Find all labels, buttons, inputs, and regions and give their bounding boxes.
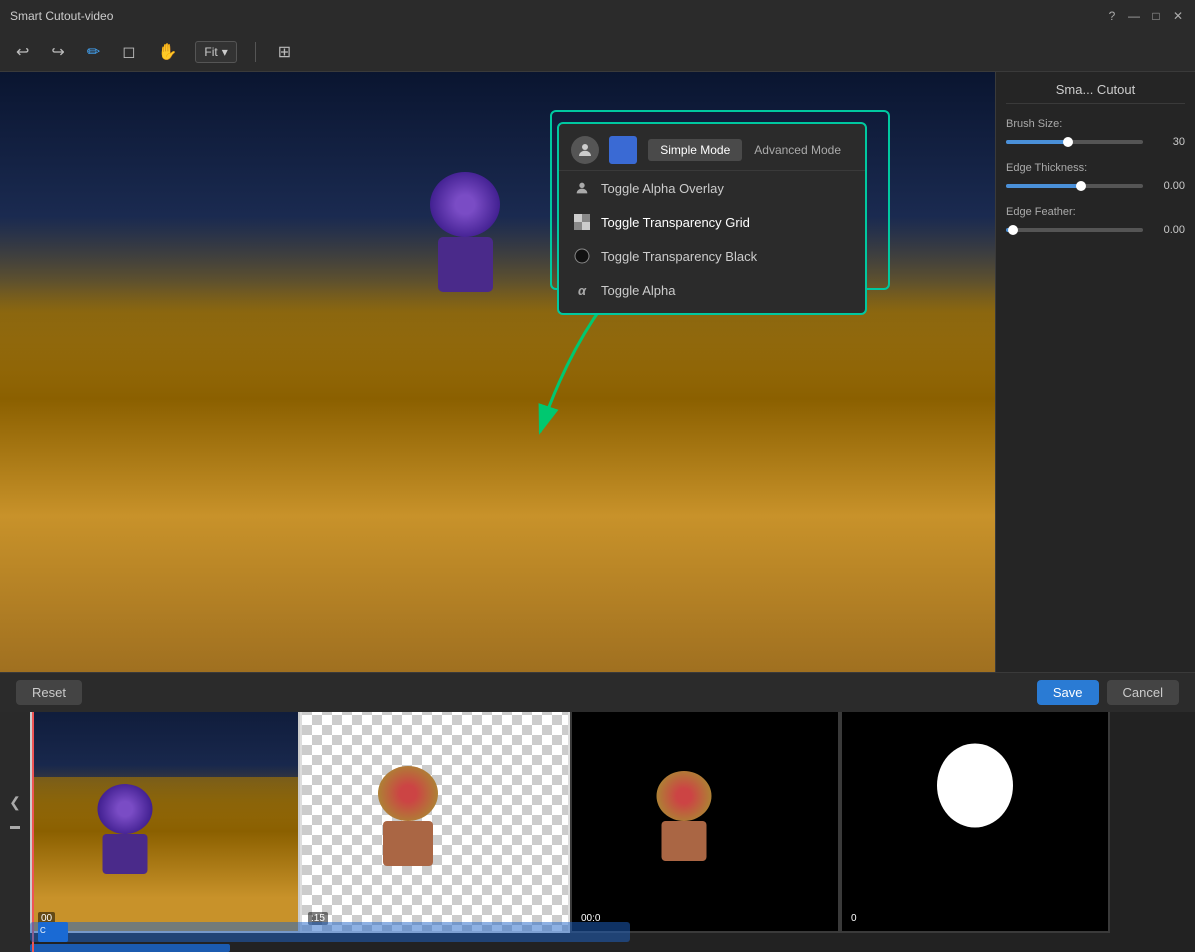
mini-figure-2 — [378, 766, 438, 866]
brush-size-row: Brush Size: 30 — [1006, 118, 1185, 148]
thumb-4-label: 0 — [848, 912, 860, 925]
timeline-thumb-3[interactable]: 00:0 :29 + — [570, 673, 840, 933]
thumb-desert-bg — [32, 675, 298, 931]
avatar-icon[interactable] — [571, 136, 599, 164]
toggle-alpha-label: Toggle Alpha — [601, 283, 675, 298]
collapse-icon[interactable]: ❮ — [9, 794, 21, 811]
minimize-button[interactable]: — — [1127, 9, 1141, 23]
edge-feather-value: 0.00 — [1149, 224, 1185, 236]
toggle-transparency-grid-label: Toggle Transparency Grid — [601, 215, 750, 230]
brush-size-value: 30 — [1149, 136, 1185, 148]
timeline-left: ❮ ▬ — [0, 673, 30, 952]
toggle-alpha-overlay-item[interactable]: Toggle Alpha Overlay — [559, 171, 865, 205]
close-button[interactable]: ✕ — [1171, 9, 1185, 23]
toggle-transparency-black-icon — [573, 247, 591, 265]
brush-tool-button[interactable]: ✏ — [83, 38, 104, 66]
maximize-button[interactable]: □ — [1149, 9, 1163, 23]
toggle-alpha-overlay-icon — [573, 179, 591, 197]
edge-thickness-fill — [1006, 184, 1081, 188]
fit-label: Fit — [204, 45, 217, 59]
edge-feather-row: Edge Feather: 0.00 — [1006, 206, 1185, 236]
timeline-thumb-1[interactable]: 00 — [30, 673, 300, 933]
right-actions: Save Cancel — [1037, 680, 1179, 705]
edge-thickness-thumb[interactable] — [1076, 181, 1086, 191]
timeline-thumb-4[interactable]: 0 — [840, 673, 1110, 933]
timeline-clip-indicator: C — [38, 922, 68, 942]
main-layout: Simple Mode Advanced Mode Toggle Alpha O… — [0, 72, 1195, 672]
brush-size-thumb[interactable] — [1063, 137, 1073, 147]
toggle-transparency-grid-icon — [573, 213, 591, 231]
timeline: ❮ ▬ 00 :15 — [0, 672, 1195, 952]
mode-tabs: Simple Mode Advanced Mode — [648, 139, 853, 161]
fit-chevron-icon: ▾ — [222, 45, 228, 59]
right-panel-header: Sma... Cutout — [1006, 82, 1185, 104]
reset-button[interactable]: Reset — [16, 680, 82, 705]
toolbar: ↩ ↪ ✏ ◻ ✋ Fit ▾ ⊞ — [0, 32, 1195, 72]
edge-feather-thumb[interactable] — [1008, 225, 1018, 235]
silhouette — [925, 741, 1025, 866]
brush-size-track[interactable] — [1006, 140, 1143, 144]
redo-button[interactable]: ↪ — [47, 38, 68, 66]
mini-figure-3 — [656, 771, 711, 861]
toolbar-separator — [255, 42, 256, 62]
fit-dropdown[interactable]: Fit ▾ — [195, 41, 236, 63]
popup-header: Simple Mode Advanced Mode — [559, 130, 865, 171]
undo-button[interactable]: ↩ — [12, 38, 33, 66]
playhead — [32, 673, 34, 952]
figure-head — [430, 172, 500, 237]
edge-feather-track[interactable] — [1006, 228, 1143, 232]
cancel-button[interactable]: Cancel — [1107, 680, 1179, 705]
canvas-area: Simple Mode Advanced Mode Toggle Alpha O… — [0, 72, 995, 672]
color-swatch[interactable] — [609, 136, 637, 164]
app-title: Smart Cutout-video — [10, 9, 113, 23]
brush-size-fill — [1006, 140, 1068, 144]
timeline-track-icon: ▬ — [10, 821, 20, 832]
bottom-bar: Reset Save Cancel — [0, 672, 1195, 712]
toggle-alpha-item[interactable]: α Toggle Alpha — [559, 273, 865, 307]
dropdown-popup: Simple Mode Advanced Mode Toggle Alpha O… — [557, 122, 867, 315]
right-panel-title: Sma... Cutout — [1056, 82, 1135, 97]
toggle-alpha-overlay-label: Toggle Alpha Overlay — [601, 181, 724, 196]
edge-thickness-row: Edge Thickness: 0.00 — [1006, 162, 1185, 192]
window-controls: ? — □ ✕ — [1105, 9, 1185, 23]
canvas-sand — [0, 282, 995, 672]
timeline-content: 00 :15 00:0 :29 + — [30, 673, 1195, 952]
edge-feather-label: Edge Feather: — [1006, 206, 1185, 218]
help-button[interactable]: ? — [1105, 9, 1119, 23]
brush-size-slider-row: 30 — [1006, 136, 1185, 148]
timeline-clip-strip — [30, 922, 630, 942]
timeline-thumb-2[interactable]: :15 — [300, 673, 570, 933]
edge-thickness-value: 0.00 — [1149, 180, 1185, 192]
eraser-tool-button[interactable]: ◻ — [118, 38, 139, 66]
toggle-transparency-grid-item[interactable]: Toggle Transparency Grid — [559, 205, 865, 239]
simple-mode-tab[interactable]: Simple Mode — [648, 139, 742, 161]
edge-feather-slider-row: 0.00 — [1006, 224, 1185, 236]
right-panel: Sma... Cutout Brush Size: 30 Edge Thickn… — [995, 72, 1195, 672]
save-button[interactable]: Save — [1037, 680, 1099, 705]
subject-figure — [420, 172, 510, 292]
toggle-transparency-black-item[interactable]: Toggle Transparency Black — [559, 239, 865, 273]
toggle-transparency-black-label: Toggle Transparency Black — [601, 249, 757, 264]
figure-body — [438, 237, 493, 292]
view-toggle-button[interactable]: ⊞ — [274, 38, 295, 66]
pan-tool-button[interactable]: ✋ — [154, 38, 182, 66]
edge-thickness-track[interactable] — [1006, 184, 1143, 188]
edge-thickness-label: Edge Thickness: — [1006, 162, 1185, 174]
clip-label: C — [38, 922, 68, 939]
toggle-alpha-icon: α — [573, 281, 591, 299]
brush-size-label: Brush Size: — [1006, 118, 1185, 130]
advanced-mode-tab[interactable]: Advanced Mode — [742, 139, 853, 161]
timeline-progress-strip — [30, 944, 230, 952]
title-bar: Smart Cutout-video ? — □ ✕ — [0, 0, 1195, 32]
mini-figure-1 — [98, 784, 153, 874]
edge-thickness-slider-row: 0.00 — [1006, 180, 1185, 192]
